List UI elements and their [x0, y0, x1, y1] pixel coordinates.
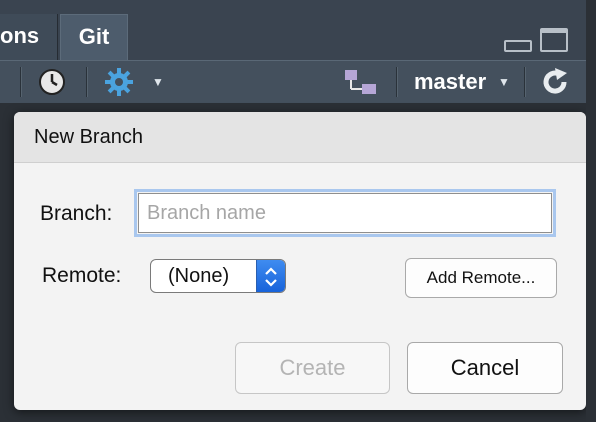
remote-selected-value: (None)	[168, 265, 230, 287]
gear-icon[interactable]	[104, 67, 134, 102]
remote-label: Remote:	[42, 264, 122, 287]
toolbar-separator	[20, 67, 21, 97]
maximize-pane-icon[interactable]	[540, 28, 568, 52]
branch-label: Branch:	[40, 202, 113, 225]
dialog-title: New Branch	[34, 126, 143, 148]
dialog-header: New Branch	[14, 112, 586, 163]
current-branch-label[interactable]: master	[414, 67, 486, 97]
create-button[interactable]: Create	[235, 342, 390, 394]
remote-select[interactable]: (None)	[150, 259, 286, 293]
branch-name-input[interactable]	[134, 189, 556, 237]
branch-menu-chevron-down-icon[interactable]: ▼	[498, 75, 510, 89]
tab-git[interactable]: Git	[60, 14, 128, 60]
minimize-pane-icon[interactable]	[504, 40, 532, 52]
gear-menu-chevron-down-icon[interactable]: ▼	[152, 75, 164, 89]
branch-diagram-icon[interactable]	[344, 69, 378, 100]
toolbar-separator	[396, 67, 397, 97]
content-strip	[0, 103, 586, 111]
cancel-button[interactable]: Cancel	[407, 342, 563, 394]
toolbar-separator	[524, 67, 525, 97]
select-stepper-icon[interactable]	[256, 260, 285, 292]
toolbar-separator	[86, 67, 87, 97]
add-remote-button[interactable]: Add Remote...	[405, 258, 557, 298]
pane-tab-bar: ons Git	[0, 0, 596, 60]
new-branch-dialog: New Branch Branch: Remote: (None) Add Re…	[14, 112, 586, 410]
window-edge	[586, 0, 596, 422]
git-toolbar: ▼ master ▼	[0, 60, 586, 103]
history-icon[interactable]	[38, 68, 66, 101]
refresh-icon[interactable]	[540, 67, 570, 102]
tab-connections[interactable]: ons	[0, 14, 58, 60]
